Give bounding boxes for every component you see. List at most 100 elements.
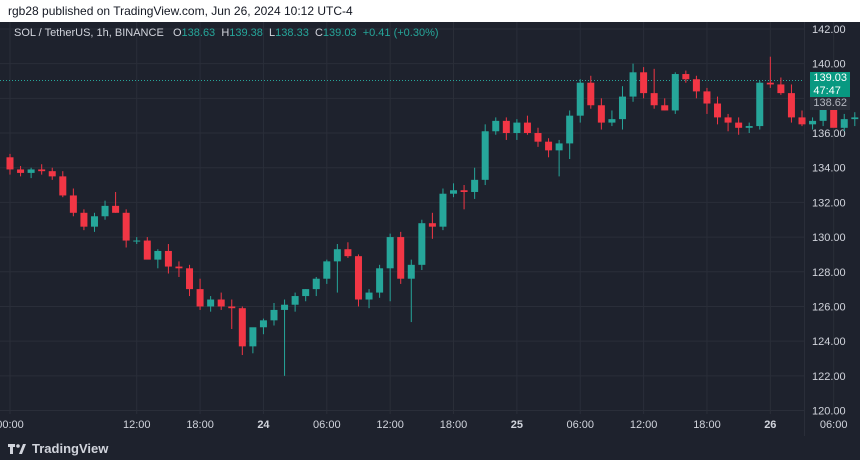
y-tick-label: 124.00 [812,336,846,348]
candle-body [196,289,204,307]
candle-body [692,79,700,92]
y-tick-label: 140.00 [812,59,846,71]
candle-body [851,117,859,120]
candle-body [428,223,436,227]
x-tick-label: 06:00 [313,419,341,431]
candle-body [682,74,690,80]
x-tick-label: 25 [511,419,523,431]
candle-body [17,169,25,173]
candle-body [90,216,98,227]
candle-body [186,268,194,290]
candle-body [640,72,648,94]
candle-body [418,223,426,265]
candle-body [439,193,447,227]
candlestick-chart[interactable]: 120.00 122.00 124.00 126.00 128.00 130.00 132.… [0,22,860,436]
candle-body [154,250,162,260]
candle-body [164,250,172,267]
candle-body [6,157,14,170]
x-tick-label: 26 [764,419,776,431]
last-price-badge: 139.03 47:47 [810,72,850,98]
prev-close-badge: 138.62 [810,97,850,110]
y-tick-label: 120.00 [812,406,846,418]
candle-body [344,249,352,257]
candle-body [27,169,35,173]
candle-body [175,266,183,269]
candle-body [48,171,56,177]
candle-body [133,240,141,242]
legend-close: 139.03 [322,27,357,39]
candle-body [618,96,626,120]
candle-body [460,190,468,192]
candle-body [735,122,743,128]
candle-body [354,256,362,300]
candle-body [365,292,373,300]
x-tick-label: 18:00 [186,419,214,431]
candle-body [207,299,215,307]
publish-header: rgb28 published on TradingView.com, Jun … [0,0,860,22]
y-tick-label: 136.00 [812,128,846,140]
prev-close-value: 138.62 [813,97,847,109]
chart-legend: SOL / TetherUS, 1h, BINANCE O138.63 H139… [14,27,439,39]
x-tick-label: 24 [257,419,270,431]
candle-body [798,117,806,125]
candle-body [450,190,458,194]
candle-body [101,205,109,217]
tradingview-logo[interactable]: TradingView [8,441,108,456]
candle-body [238,308,246,347]
x-tick-label: 00:00 [0,419,24,431]
x-tick-label: 12:00 [376,419,404,431]
x-tick-label: 06:00 [820,419,848,431]
candle-body [545,141,553,151]
candle-body [587,82,595,106]
x-tick-label: 18:00 [440,419,468,431]
candle-body [840,119,848,128]
legend-change: +0.41 (+0.30%) [362,27,439,39]
candle-body [38,169,46,172]
candle-body [597,105,605,123]
candle-body [745,126,753,128]
candle-body [661,105,669,111]
candle-body [333,249,341,262]
x-tick-label: 12:00 [123,419,151,431]
y-tick-label: 134.00 [812,163,846,175]
candle-body [259,320,267,328]
y-tick-label: 128.00 [812,267,846,279]
candle-body [492,120,500,132]
candle-body [714,103,722,118]
legend-open: 138.63 [181,27,216,39]
candle-body [513,122,521,134]
candle-body [523,122,531,134]
candle-body [576,82,584,116]
y-tick-label: 126.00 [812,301,846,313]
candle-body [608,119,616,123]
candle-body [756,82,764,127]
tradingview-logo-icon [8,443,26,454]
candle-body [724,117,732,123]
candle-body [471,179,479,192]
candle-body [59,176,67,196]
candle-body [397,237,405,279]
candle-body [249,327,257,347]
candle-body [217,299,225,307]
footer [0,436,860,460]
candle-body [386,237,394,269]
candle-body [407,264,415,279]
candle-body [143,240,151,260]
candle-body [534,133,542,142]
candle-body [766,82,774,85]
candle-body [291,296,299,305]
candle-body [502,120,510,134]
candle-body [481,131,489,180]
candle-body [703,91,711,104]
legend-symbol: SOL / TetherUS, 1h, BINANCE [14,27,164,39]
legend-open-label: O [172,27,182,39]
candle-body [629,72,637,97]
candle-body [555,143,563,151]
candle-body [228,306,236,309]
candle-body [69,195,77,213]
x-tick-label: 18:00 [693,419,721,431]
y-tick-label: 122.00 [812,371,846,383]
candle-body [787,93,795,118]
candle-body [80,212,88,227]
candle-body [566,115,574,144]
